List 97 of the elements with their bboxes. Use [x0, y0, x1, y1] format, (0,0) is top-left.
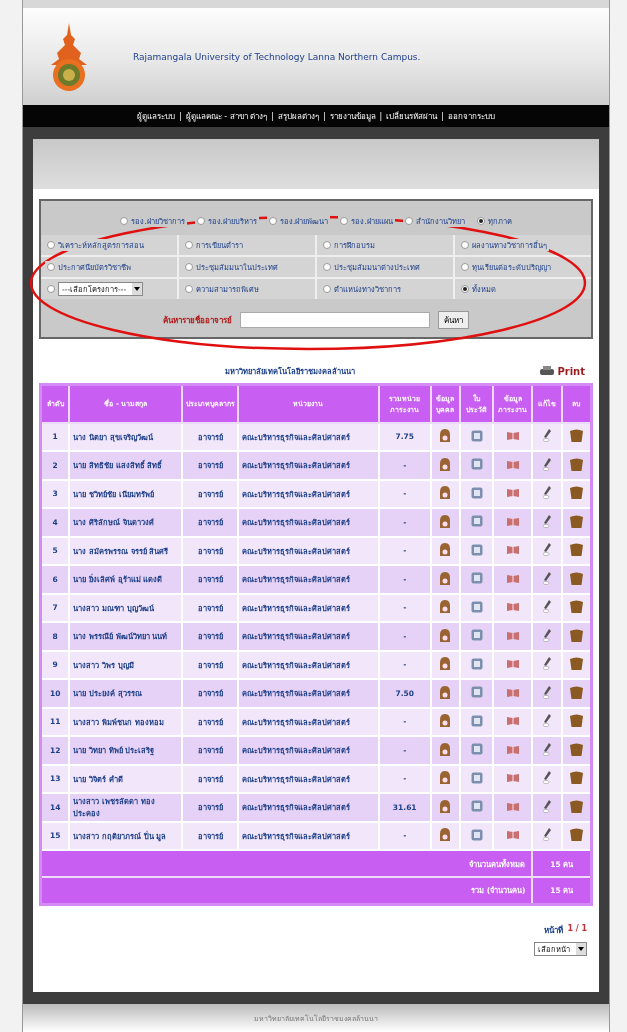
- person-icon[interactable]: [439, 685, 452, 699]
- pen-icon[interactable]: [543, 429, 552, 443]
- nav-link[interactable]: ผู้ดูแลระบบ: [137, 109, 175, 123]
- document-icon[interactable]: [470, 543, 483, 556]
- pen-icon[interactable]: [543, 571, 552, 585]
- person-icon[interactable]: [439, 543, 452, 557]
- person-icon[interactable]: [439, 457, 452, 471]
- page-number: 1 / 1: [567, 923, 587, 935]
- pen-icon[interactable]: [543, 742, 552, 756]
- pen-icon[interactable]: [543, 486, 552, 500]
- pen-icon[interactable]: [543, 600, 552, 614]
- person-icon[interactable]: [439, 742, 452, 756]
- trash-icon[interactable]: [570, 457, 583, 471]
- pen-icon[interactable]: [543, 457, 552, 471]
- person-icon[interactable]: [439, 600, 452, 614]
- document-icon[interactable]: [470, 458, 483, 471]
- book-icon[interactable]: [506, 459, 519, 469]
- book-icon[interactable]: [506, 773, 519, 783]
- trash-icon[interactable]: [570, 514, 583, 528]
- person-icon[interactable]: [439, 429, 452, 443]
- document-icon[interactable]: [470, 828, 483, 841]
- document-icon[interactable]: [470, 686, 483, 699]
- print-link[interactable]: Print: [540, 365, 585, 377]
- trash-icon[interactable]: [570, 799, 583, 813]
- nav-separator: |: [271, 111, 274, 121]
- book-icon[interactable]: [506, 545, 519, 555]
- search-button[interactable]: ค้นหา: [438, 311, 469, 329]
- trash-icon[interactable]: [570, 657, 583, 671]
- book-icon[interactable]: [506, 516, 519, 526]
- trash-icon[interactable]: [570, 742, 583, 756]
- book-icon[interactable]: [506, 659, 519, 669]
- caret-icon: [578, 946, 584, 951]
- document-icon[interactable]: [470, 600, 483, 613]
- book-icon[interactable]: [506, 830, 519, 840]
- nav-link[interactable]: ออกจากระบบ: [448, 109, 495, 123]
- person-icon[interactable]: [439, 628, 452, 642]
- book-icon[interactable]: [506, 801, 519, 811]
- nav-separator: |: [441, 111, 444, 121]
- site-title: Rajamangala University of Technology Lanna Northern Campus.: [133, 51, 421, 62]
- nav-link[interactable]: เปลี่ยนรหัสผ่าน: [386, 109, 438, 123]
- nav-separator: |: [322, 111, 326, 121]
- trash-icon[interactable]: [570, 486, 583, 500]
- person-icon[interactable]: [439, 799, 452, 813]
- trash-icon[interactable]: [570, 714, 583, 728]
- pen-icon[interactable]: [543, 685, 552, 699]
- caret-icon: [134, 287, 141, 291]
- document-icon[interactable]: [470, 486, 483, 499]
- book-icon[interactable]: [506, 630, 519, 640]
- document-icon[interactable]: [470, 771, 483, 784]
- pen-icon[interactable]: [543, 543, 552, 557]
- pen-icon[interactable]: [543, 628, 552, 642]
- person-icon[interactable]: [439, 771, 452, 785]
- book-icon[interactable]: [506, 573, 519, 583]
- pen-icon[interactable]: [543, 828, 552, 842]
- nav-link[interactable]: ผู้ดูแลคณะ - สาขา ต่างๆ: [185, 109, 268, 123]
- trash-icon[interactable]: [570, 571, 583, 585]
- book-icon[interactable]: [506, 431, 519, 441]
- pen-icon[interactable]: [543, 514, 552, 528]
- pen-icon[interactable]: [543, 771, 552, 785]
- document-icon[interactable]: [470, 429, 483, 442]
- trash-icon[interactable]: [570, 628, 583, 642]
- person-icon[interactable]: [439, 828, 452, 842]
- printer-icon: [540, 365, 555, 377]
- person-icon[interactable]: [439, 514, 452, 528]
- trash-icon[interactable]: [570, 828, 583, 842]
- search-field[interactable]: [240, 312, 430, 328]
- trash-icon[interactable]: [570, 685, 583, 699]
- person-icon[interactable]: [439, 657, 452, 671]
- search-label: ค้นหารายชื่ออาจารย์: [163, 314, 232, 327]
- nav-separator: |: [179, 111, 182, 121]
- document-icon[interactable]: [470, 714, 483, 727]
- pen-icon[interactable]: [543, 799, 552, 813]
- document-icon[interactable]: [470, 800, 483, 813]
- page-label: หน้าที่: [544, 924, 564, 937]
- trash-icon[interactable]: [570, 600, 583, 614]
- document-icon[interactable]: [470, 572, 483, 585]
- trash-icon[interactable]: [570, 543, 583, 557]
- document-icon[interactable]: [470, 657, 483, 670]
- pen-icon[interactable]: [543, 714, 552, 728]
- book-icon[interactable]: [506, 488, 519, 498]
- person-icon[interactable]: [439, 571, 452, 585]
- nav-separator: |: [379, 111, 383, 121]
- book-icon[interactable]: [506, 687, 519, 697]
- person-icon[interactable]: [439, 714, 452, 728]
- person-icon[interactable]: [439, 486, 452, 500]
- pen-icon[interactable]: [543, 657, 552, 671]
- document-icon[interactable]: [470, 629, 483, 642]
- book-icon[interactable]: [506, 602, 519, 612]
- document-icon[interactable]: [470, 743, 483, 756]
- document-icon[interactable]: [470, 515, 483, 528]
- trash-icon[interactable]: [570, 771, 583, 785]
- nav-link[interactable]: สรุปผลต่างๆ: [277, 109, 319, 123]
- book-icon[interactable]: [506, 716, 519, 726]
- nav-link[interactable]: รายงานข้อมูล: [329, 109, 376, 123]
- radio-button[interactable]: [47, 285, 55, 293]
- book-icon[interactable]: [506, 744, 519, 754]
- trash-icon[interactable]: [570, 429, 583, 443]
